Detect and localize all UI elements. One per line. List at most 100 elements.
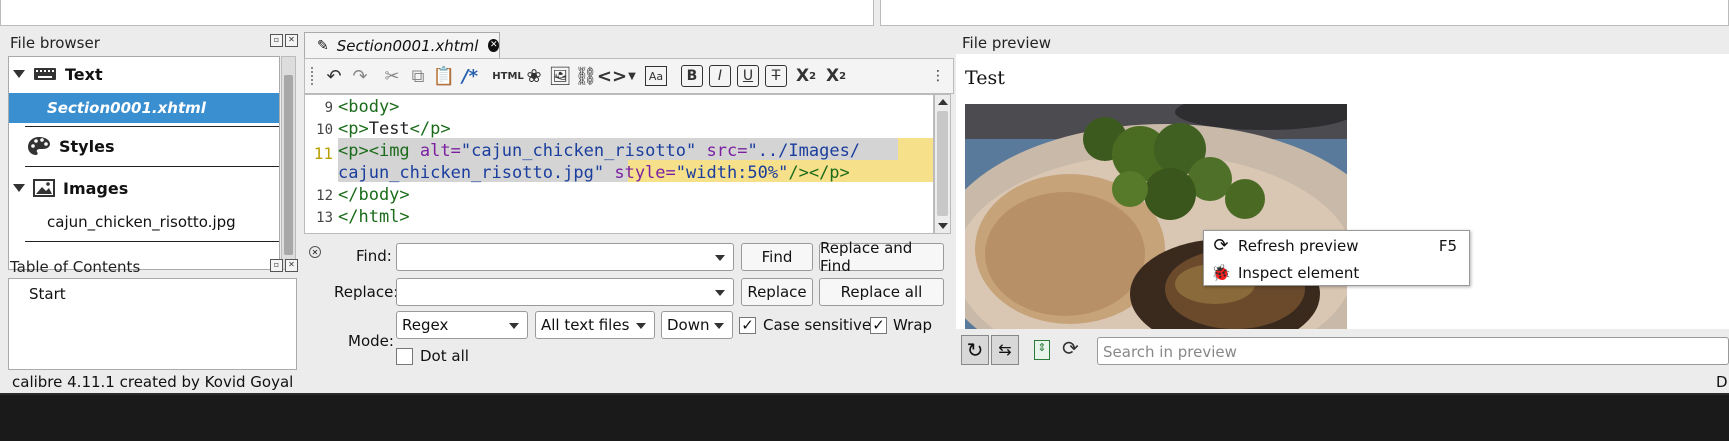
line-number: 10 (316, 122, 333, 138)
code-scrollbar[interactable] (934, 94, 951, 234)
current-line-highlight (898, 138, 933, 160)
find-label: Find: (356, 247, 392, 265)
replace-and-find-button[interactable]: Replace and Find (819, 239, 944, 275)
tree-group-text[interactable]: Text (9, 57, 279, 91)
more-options-icon[interactable]: ⋮ (925, 63, 951, 89)
tree-file-image[interactable]: cajun_chicken_risotto.jpg (9, 207, 279, 237)
code-token: /></p> (788, 163, 850, 183)
line-number: 9 (324, 100, 333, 116)
preview-toolbar: ↻ ⇆ ⇕ ⟳ Search in preview (956, 332, 1729, 370)
tree-group-styles[interactable]: Styles (9, 129, 279, 163)
chevron-down-icon[interactable] (715, 255, 725, 261)
file-tree: Text Section0001.xhtml Styles Images caj… (8, 56, 280, 270)
scrollbar-thumb[interactable] (937, 111, 948, 216)
toc-title: Table of Contents (10, 258, 141, 276)
code-editor[interactable]: 9 <body> 10 <p>Test</p> 11 <p><img alt="cajun… (304, 94, 934, 234)
direction-select[interactable]: Down (661, 311, 733, 339)
palette-icon (28, 137, 50, 155)
top-right-input[interactable] (880, 0, 1729, 26)
code-token: style= (614, 163, 676, 183)
scope-select-value: All text files (541, 316, 630, 334)
underline-icon[interactable]: U (737, 65, 759, 87)
auto-refresh-icon[interactable]: ↻ (961, 335, 989, 365)
wrap-label[interactable]: Wrap (893, 316, 932, 334)
paste-icon[interactable]: 📋 (431, 63, 457, 89)
search-preview-input[interactable]: Search in preview (1097, 337, 1729, 365)
image-icon (33, 179, 55, 197)
chevron-down-icon[interactable] (715, 290, 725, 296)
reload-icon[interactable]: ⟳ (1062, 336, 1079, 360)
subscript-icon[interactable]: X2 (793, 63, 819, 89)
refresh-icon: ⟳ (1213, 235, 1229, 256)
expand-arrow-icon[interactable] (13, 184, 25, 192)
replace-input[interactable] (396, 278, 734, 306)
float-icon[interactable]: ▫ (270, 34, 283, 47)
top-left-input[interactable] (0, 0, 874, 26)
chevron-down-icon[interactable]: ▼ (625, 63, 639, 89)
find-button[interactable]: Find (741, 243, 813, 271)
sync-icon[interactable]: ⇆ (991, 335, 1019, 365)
wrap-checkbox[interactable]: ✓ (870, 317, 887, 334)
find-input[interactable] (396, 243, 734, 271)
code-line: </body> (338, 185, 410, 205)
preview-heading: Test (965, 67, 1005, 89)
case-sensitive-checkbox[interactable]: ✓ (739, 317, 756, 334)
code-token: alt= (419, 141, 461, 161)
close-tab-icon[interactable]: ✕ (488, 39, 499, 52)
preview-pane[interactable]: Test ⟳ Refresh preview F5 🐞 Inspect elem… (956, 54, 1729, 329)
expand-arrow-icon[interactable] (13, 70, 25, 78)
insert-link-icon[interactable]: ⛓ (573, 63, 599, 89)
code-token: </body> (338, 185, 410, 205)
preview-image (965, 104, 1347, 329)
float-icon[interactable]: ▫ (270, 259, 283, 272)
direction-select-value: Down (667, 316, 710, 334)
close-icon[interactable]: ✕ (285, 259, 298, 272)
tree-file-section0001[interactable]: Section0001.xhtml (9, 93, 279, 123)
copy-icon[interactable]: ⧉ (405, 63, 431, 89)
code-token: <img (368, 141, 420, 161)
split-toggle-icon[interactable]: ⇕ (1034, 340, 1050, 360)
tree-separator (25, 126, 279, 127)
dot-all-label[interactable]: Dot all (420, 347, 469, 365)
code-token: cajun_chicken_risotto.jpg" (338, 163, 615, 183)
scroll-up-icon[interactable] (938, 99, 948, 105)
replace-all-button[interactable]: Replace all (819, 278, 944, 306)
scope-select[interactable]: All text files (535, 311, 655, 339)
chevron-down-icon[interactable] (714, 323, 724, 329)
code-token: Test (368, 119, 410, 139)
insert-tag-icon[interactable]: <> (597, 63, 627, 89)
code-token: <body> (338, 97, 400, 117)
undo-icon[interactable]: ↶ (321, 63, 347, 89)
tree-group-images[interactable]: Images (9, 171, 279, 205)
insert-special-icon[interactable]: ❀ (521, 63, 547, 89)
bold-icon[interactable]: B (681, 65, 703, 87)
status-text: calibre 4.11.1 created by Kovid Goyal (12, 373, 294, 391)
font-preview-icon[interactable]: Aa (645, 66, 667, 86)
menu-item-label: Inspect element (1238, 263, 1360, 282)
menu-item-refresh-preview[interactable]: ⟳ Refresh preview F5 (1204, 232, 1469, 259)
code-token: <p> (338, 141, 369, 161)
strikethrough-icon[interactable]: T (765, 65, 787, 87)
scroll-down-icon[interactable] (938, 223, 948, 229)
find-close-icon[interactable]: ✕ (309, 246, 321, 258)
dot-all-checkbox[interactable] (396, 348, 413, 365)
chevron-down-icon[interactable] (636, 323, 646, 329)
italic-icon[interactable]: I (709, 65, 731, 87)
redo-icon[interactable]: ↷ (347, 63, 373, 89)
insert-image-icon[interactable]: 🖼 (547, 63, 573, 89)
menu-item-inspect-element[interactable]: 🐞 Inspect element (1204, 259, 1469, 286)
comment-icon[interactable]: /* (457, 63, 483, 89)
cut-icon[interactable]: ✂ (379, 63, 405, 89)
file-tree-scrollbar[interactable] (281, 56, 296, 270)
scrollbar-thumb[interactable] (284, 75, 293, 255)
chevron-down-icon[interactable] (509, 323, 519, 329)
toc-item[interactable]: Start (29, 285, 66, 303)
case-sensitive-label[interactable]: Case sensitive (763, 316, 871, 334)
mode-select[interactable]: Regex (396, 311, 528, 339)
html-file-icon[interactable]: HTML (492, 63, 524, 89)
editor-tab[interactable]: ✎ Section0001.xhtml ✕ (304, 32, 500, 58)
replace-button[interactable]: Replace (741, 278, 813, 306)
superscript-icon[interactable]: X2 (823, 63, 849, 89)
close-icon[interactable]: ✕ (285, 34, 298, 47)
editor-tab-label: Section0001.xhtml (336, 36, 479, 55)
